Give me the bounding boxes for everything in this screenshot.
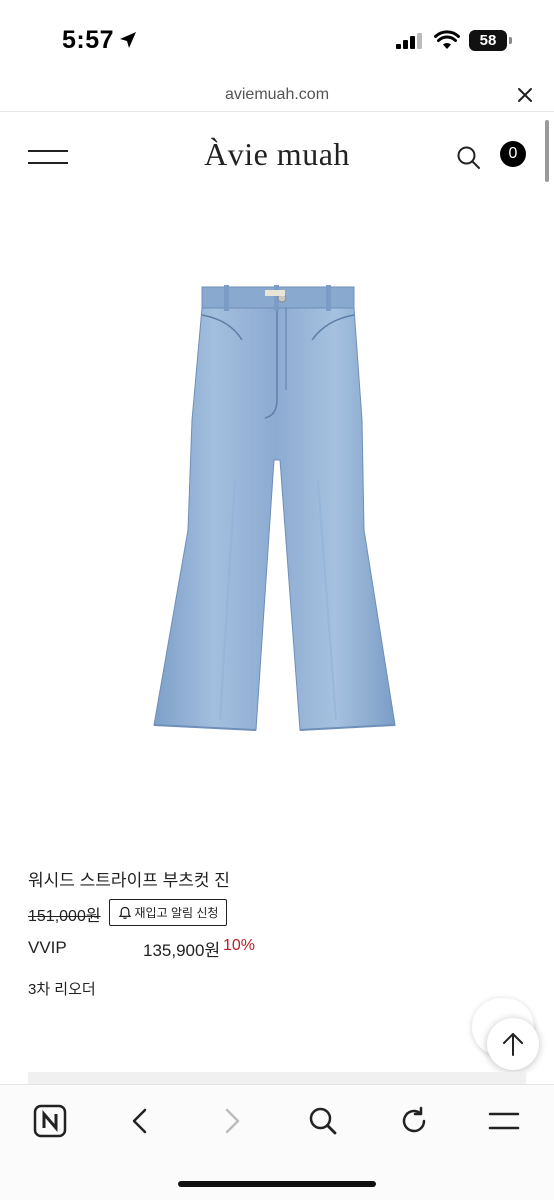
url-domain[interactable]: aviemuah.com: [0, 86, 554, 104]
status-bar: 5:57 58: [0, 0, 554, 80]
back-button[interactable]: [120, 1101, 160, 1141]
vip-label: VVIP: [28, 938, 67, 957]
browser-search-button[interactable]: [303, 1101, 343, 1141]
search-icon: [309, 1107, 337, 1135]
arrow-up-icon: [503, 1033, 523, 1056]
back-icon: [132, 1108, 147, 1134]
refresh-button[interactable]: [394, 1101, 434, 1141]
signal-icon: [396, 33, 422, 49]
menu-icon: [488, 1112, 520, 1130]
battery-level: 58: [479, 32, 497, 49]
naver-icon: [33, 1104, 67, 1138]
restock-button-label[interactable]: 재입고 알림 신청: [135, 904, 219, 921]
discount-rate: 10%: [223, 937, 256, 954]
location-arrow-icon: [120, 32, 136, 48]
forward-button[interactable]: [212, 1101, 252, 1141]
status-time: 5:57: [62, 26, 115, 54]
naver-home-button[interactable]: [30, 1101, 70, 1141]
content-divider: [28, 1072, 526, 1084]
search-icon[interactable]: [456, 145, 482, 171]
product-name: 워시드 스트라이프 부츠컷 진: [28, 871, 230, 890]
site-header: Àvie muah 0: [0, 112, 554, 204]
wifi-icon: [434, 30, 460, 49]
cart-count-badge[interactable]: 0: [500, 141, 526, 167]
url-bar[interactable]: aviemuah.com: [0, 80, 554, 112]
bell-icon: [118, 906, 131, 919]
restock-alert-button[interactable]: 재입고 알림 신청: [109, 899, 227, 926]
scrollbar[interactable]: [545, 120, 549, 182]
battery-nub: [509, 37, 512, 44]
refresh-icon: [402, 1106, 426, 1133]
product-image[interactable]: [140, 280, 410, 750]
close-icon[interactable]: [516, 86, 534, 104]
original-price: 151,000원: [28, 908, 101, 925]
scroll-top-button[interactable]: [487, 1018, 539, 1070]
battery-icon: 58: [469, 30, 507, 51]
vip-price: 135,900원: [143, 941, 221, 960]
reorder-note: 3차 리오더: [28, 981, 96, 998]
browser-menu-button[interactable]: [484, 1101, 524, 1141]
home-indicator[interactable]: [178, 1181, 376, 1187]
forward-icon: [225, 1108, 240, 1134]
